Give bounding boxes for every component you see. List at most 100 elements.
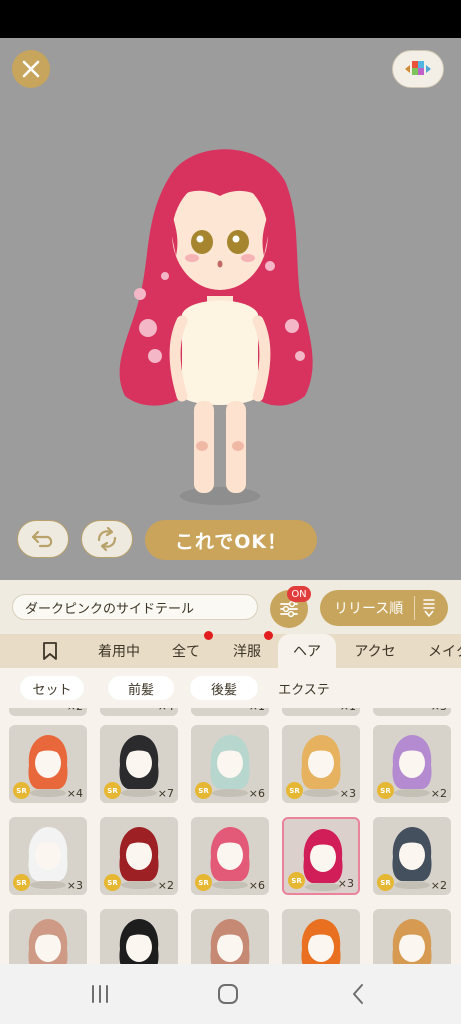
tab-makeup[interactable]: メイク <box>414 634 461 668</box>
tab-hair[interactable]: ヘア <box>278 634 336 668</box>
filter-on-badge: ON <box>287 586 311 602</box>
sliders-icon <box>280 600 298 618</box>
item-count: ×3 <box>431 708 447 713</box>
hairstyle-thumbnail <box>210 919 250 964</box>
hairstyle-thumbnail <box>119 919 159 964</box>
close-icon <box>22 60 40 78</box>
sort-order-button[interactable]: リリース順 <box>320 590 448 626</box>
rarity-badge: SR <box>377 874 394 891</box>
hair-item-card[interactable]: SR ×2 <box>373 817 451 895</box>
hair-item-card[interactable]: SR ×3 <box>282 817 360 895</box>
hair-item-card[interactable]: SR ×7 <box>100 725 178 803</box>
item-count: ×4 <box>66 787 83 800</box>
category-tabs: 着用中 全て 洋服 ヘア アクセ メイク <box>0 631 461 668</box>
hair-item-card[interactable] <box>100 909 178 964</box>
hair-item-card[interactable]: SR ×6 <box>191 817 269 895</box>
recent-apps-button[interactable] <box>85 980 115 1008</box>
item-count: ×6 <box>248 787 265 800</box>
tab-hair-label: ヘア <box>293 644 321 660</box>
tab-bookmark[interactable] <box>30 634 70 668</box>
close-button[interactable] <box>12 50 50 88</box>
grid-item-partial[interactable]: ×1 <box>191 708 269 716</box>
undo-icon <box>31 530 53 548</box>
item-panel: ダークピンクのサイドテール ON リリース順 着用中 全て 洋服 ヘア アクセ … <box>0 580 461 964</box>
grid-item-partial[interactable]: ×2 <box>9 708 87 716</box>
tab-clothes-label: 洋服 <box>233 644 261 660</box>
tab-makeup-label: メイク <box>428 644 461 660</box>
tab-wearing-label: 着用中 <box>98 644 140 660</box>
tab-accessories-label: アクセ <box>354 644 396 660</box>
hair-item-card[interactable]: SR ×4 <box>9 725 87 803</box>
item-count: ×3 <box>337 877 354 890</box>
color-palette-button[interactable] <box>392 50 444 88</box>
confirm-ok-button[interactable]: これでOK！ <box>145 520 317 560</box>
hair-item-card[interactable] <box>282 909 360 964</box>
item-count: ×2 <box>157 879 174 892</box>
status-bar <box>0 0 461 38</box>
rarity-badge: SR <box>286 782 303 799</box>
rarity-badge: SR <box>377 782 394 799</box>
grid-item-partial[interactable]: ×4 <box>100 708 178 716</box>
subtab-set[interactable]: セット <box>20 676 84 700</box>
hairstyle-thumbnail <box>392 919 432 964</box>
rarity-badge: SR <box>195 874 212 891</box>
tab-clothes-notification-dot <box>264 631 273 640</box>
item-count: ×2 <box>430 787 447 800</box>
subtab-bangs[interactable]: 前髪 <box>108 676 174 700</box>
hairstyle-thumbnail <box>301 919 341 964</box>
subtab-extensions[interactable]: エクステ <box>268 676 340 700</box>
avatar-preview: これでOK！ <box>0 38 461 580</box>
selected-item-name: ダークピンクのサイドテール <box>12 594 258 620</box>
sort-direction-icon[interactable] <box>422 596 436 618</box>
tab-all[interactable]: 全て <box>160 634 212 668</box>
reset-button[interactable] <box>81 520 133 558</box>
grid-item-partial[interactable]: ×1 <box>282 708 360 716</box>
back-icon <box>353 984 363 1004</box>
hairstyle-thumbnail <box>28 919 68 964</box>
hair-item-card[interactable]: SR ×3 <box>9 817 87 895</box>
item-count: ×3 <box>66 879 83 892</box>
refresh-icon <box>97 526 117 552</box>
item-count: ×1 <box>340 708 356 713</box>
grid-item-partial[interactable]: ×3 <box>373 708 451 716</box>
item-count: ×2 <box>430 879 447 892</box>
tab-accessories[interactable]: アクセ <box>344 634 406 668</box>
back-button[interactable] <box>343 980 373 1008</box>
rarity-badge: SR <box>13 874 30 891</box>
item-count: ×7 <box>157 787 174 800</box>
rarity-badge: SR <box>104 782 121 799</box>
bookmark-icon <box>43 642 57 660</box>
undo-button[interactable] <box>17 520 69 558</box>
hair-item-card[interactable] <box>9 909 87 964</box>
hair-item-card[interactable]: SR ×6 <box>191 725 269 803</box>
android-nav-bar <box>0 964 461 1024</box>
hair-item-card[interactable] <box>373 909 451 964</box>
subtab-bangs-label: 前髪 <box>127 682 154 698</box>
subtab-back-hair-label: 後髪 <box>210 682 237 698</box>
home-icon <box>218 984 238 1004</box>
hair-item-card[interactable]: SR ×2 <box>373 725 451 803</box>
recent-apps-icon <box>92 985 108 1003</box>
hair-subtabs: セット 前髪 後髪 エクステ <box>0 668 461 708</box>
rarity-badge: SR <box>13 782 30 799</box>
item-count: ×3 <box>339 787 356 800</box>
hair-item-card[interactable]: SR ×3 <box>282 725 360 803</box>
home-button[interactable] <box>213 980 243 1008</box>
tab-all-notification-dot <box>204 631 213 640</box>
hair-item-card[interactable]: SR ×2 <box>100 817 178 895</box>
hair-item-card[interactable] <box>191 909 269 964</box>
item-count: ×4 <box>158 708 174 713</box>
rarity-badge: SR <box>195 782 212 799</box>
hair-item-grid: ×2 ×4 ×1 ×1 ×3 SR×4SR×7SR×6SR×3SR×2SR×3S… <box>0 708 461 964</box>
item-count: ×6 <box>248 879 265 892</box>
item-count: ×1 <box>249 708 265 713</box>
tab-wearing[interactable]: 着用中 <box>84 634 154 668</box>
rarity-badge: SR <box>288 872 305 889</box>
rarity-badge: SR <box>104 874 121 891</box>
subtab-extensions-label: エクステ <box>278 682 330 698</box>
subtab-set-label: セット <box>32 682 72 698</box>
item-count: ×2 <box>67 708 83 713</box>
avatar-character <box>119 149 313 505</box>
tab-all-label: 全て <box>172 644 200 660</box>
subtab-back-hair[interactable]: 後髪 <box>190 676 258 700</box>
